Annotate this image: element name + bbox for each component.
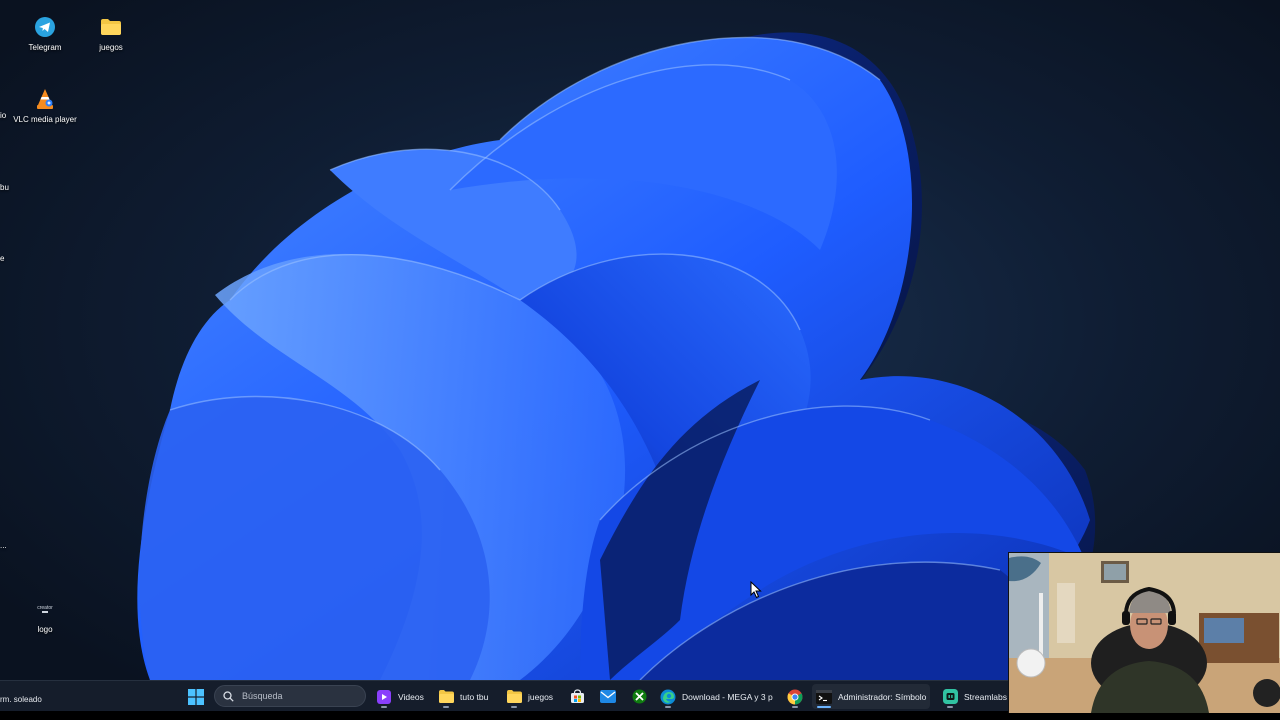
search-input[interactable]	[240, 690, 354, 702]
webcam-overlay	[1008, 552, 1280, 713]
search-icon	[223, 690, 234, 702]
folder-icon	[98, 14, 124, 40]
telegram-icon	[32, 14, 58, 40]
terminal-icon	[816, 689, 832, 705]
weather-widget-text[interactable]: rm. soleado	[0, 695, 42, 704]
mail-icon	[600, 689, 616, 705]
clipped-desktop-label: io	[0, 111, 7, 120]
taskbar-search-box[interactable]	[214, 685, 366, 707]
streamlabs-icon	[942, 689, 958, 705]
taskbar-item-label: Streamlabs	[964, 691, 1007, 702]
taskbar-item-xbox[interactable]	[627, 684, 651, 709]
taskbar-item-store[interactable]	[565, 684, 589, 709]
taskbar-item-label: Videos	[398, 691, 424, 702]
logo-thumb-text: creator	[37, 605, 53, 611]
desktop-icon-label: Telegram	[28, 43, 62, 52]
desktop-icon-label: juegos	[99, 43, 123, 52]
video-player-icon	[376, 689, 392, 705]
folder-icon	[506, 689, 522, 705]
clipped-desktop-label: ...	[0, 541, 7, 550]
taskbar-item-terminal[interactable]: Administrador: Símbolo	[812, 684, 931, 709]
taskbar-item-label: Download - MEGA y 3 p	[682, 691, 773, 702]
desktop-icon-vlc[interactable]: VLC media player	[7, 86, 83, 125]
taskbar-item-tuto-tbu[interactable]: tuto tbu	[434, 684, 492, 709]
desktop-icon-telegram[interactable]: Telegram	[7, 14, 83, 53]
desktop-icon-label: VLC media player	[13, 115, 77, 124]
webcam-feed-image	[1009, 553, 1280, 713]
desktop-icon-label: logo	[37, 625, 53, 634]
folder-icon	[438, 689, 454, 705]
chrome-icon	[787, 689, 803, 705]
clipped-desktop-label: e	[0, 254, 5, 263]
windows-start-icon	[188, 688, 204, 705]
taskbar-item-streamlabs[interactable]: Streamlabs	[938, 684, 1011, 709]
taskbar-item-label: tuto tbu	[460, 691, 489, 702]
desktop-icon-juegos[interactable]: juegos	[73, 14, 149, 53]
taskbar-item-videos[interactable]: Videos	[372, 684, 428, 709]
vlc-icon	[32, 86, 58, 112]
edge-icon	[660, 689, 676, 705]
start-button[interactable]	[184, 684, 208, 709]
desktop-icon-logo[interactable]: creator logo	[7, 596, 83, 635]
taskbar-item-mail[interactable]	[596, 684, 620, 709]
store-icon	[569, 689, 585, 705]
taskbar-item-juegos[interactable]: juegos	[502, 684, 557, 709]
clipped-desktop-label: bu	[0, 183, 9, 192]
mouse-cursor-icon	[750, 581, 762, 599]
taskbar-item-edge[interactable]: Download - MEGA y 3 p	[656, 684, 777, 709]
xbox-icon	[631, 689, 647, 705]
taskbar-item-label: Administrador: Símbolo	[838, 691, 927, 702]
taskbar-item-chrome[interactable]	[783, 684, 807, 709]
image-file-icon: creator	[32, 596, 58, 622]
taskbar-item-label: juegos	[528, 691, 554, 702]
